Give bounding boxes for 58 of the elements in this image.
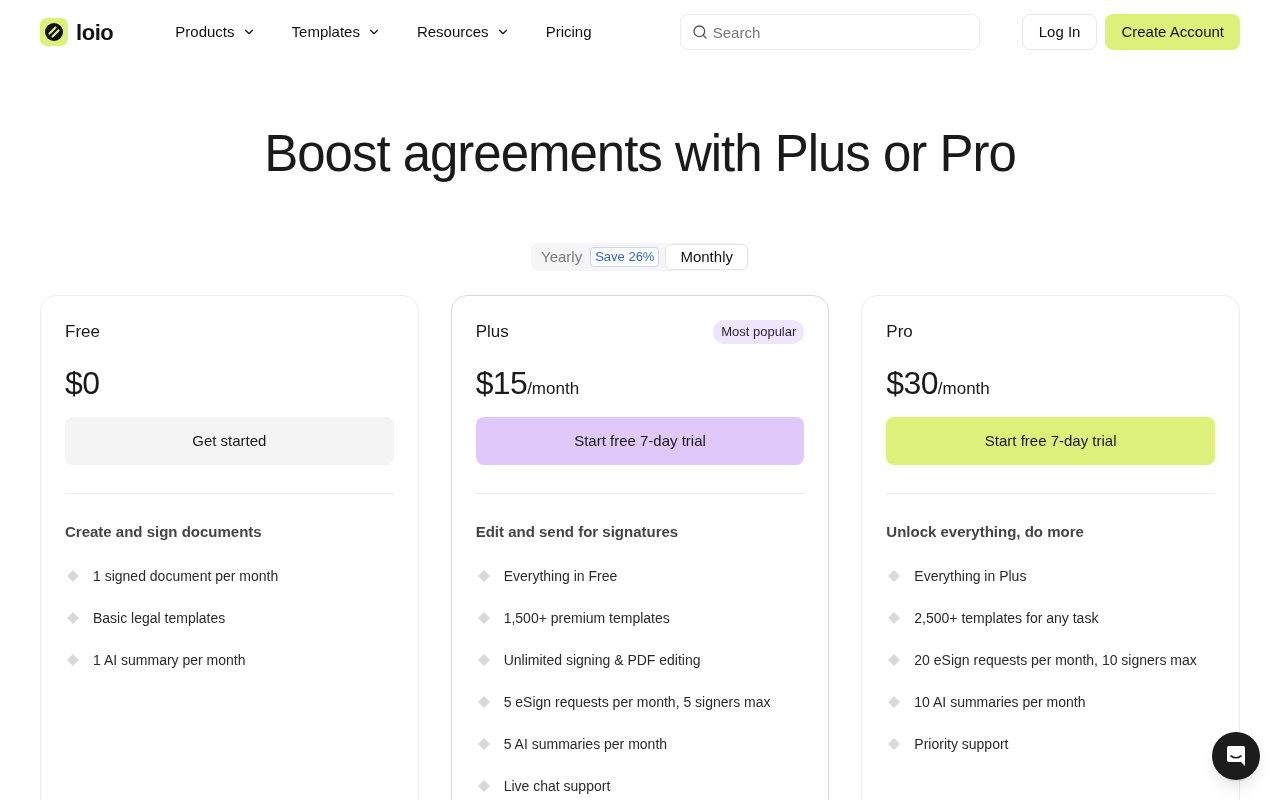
plan-name: Plus <box>475 321 509 343</box>
feature-text: Everything in Plus <box>914 567 1027 586</box>
diamond-bullet-icon <box>67 570 79 582</box>
home-link[interactable]: loio <box>40 15 114 49</box>
diamond-bullet-icon <box>888 612 901 624</box>
diamond-bullet-icon <box>477 654 490 666</box>
diamond-bullet-icon <box>477 612 490 624</box>
price-period: /month <box>527 379 580 400</box>
feature-text: Everything in Free <box>503 567 618 586</box>
plan-price: $30 <box>886 364 938 403</box>
diamond-bullet-icon <box>888 654 901 666</box>
diamond-bullet-icon <box>477 780 490 792</box>
diamond-bullet-icon <box>888 570 901 582</box>
plan-price: $15 <box>475 364 528 403</box>
feature-text: 1,500+ premium templates <box>503 609 670 628</box>
feature-text: 5 AI summaries per month <box>503 735 668 754</box>
feature-text: Unlimited signing & PDF editing <box>503 651 701 670</box>
popular-badge: Most popular <box>713 320 805 344</box>
login-button[interactable]: Log In <box>1021 14 1098 50</box>
plan-cta-button[interactable]: Start free 7-day trial <box>886 417 1215 465</box>
nav-menu-item[interactable]: Pricing <box>545 20 592 44</box>
diamond-bullet-icon <box>477 696 490 708</box>
discount-badge: Save 26% <box>590 247 660 267</box>
feature-text: 10 AI summaries per month <box>914 693 1086 712</box>
feature-text: 5 eSign requests per month, 5 signers max <box>503 693 771 712</box>
feature-text: Basic legal templates <box>93 609 226 628</box>
diamond-bullet-icon <box>477 738 490 750</box>
nav-menu-item[interactable]: Resources <box>416 20 510 44</box>
billing-period-tab[interactable]: Yearly Save 26% <box>532 244 662 270</box>
feature-text: 1 signed document per month <box>93 567 279 586</box>
plan-subtitle: Edit and send for signatures <box>475 522 680 542</box>
plan-price: $0 <box>65 364 100 403</box>
plan-cta-button[interactable]: Get started <box>65 417 394 465</box>
logo-icon <box>40 18 68 46</box>
feature-text: Priority support <box>914 735 1009 754</box>
nav-menu-item[interactable]: Templates <box>291 20 381 44</box>
plan-name: Free <box>65 321 100 343</box>
chat-bubble-icon <box>1226 745 1246 767</box>
nav-menu-item[interactable]: Products <box>175 20 256 44</box>
plan-name: Pro <box>886 321 913 343</box>
search-field[interactable]: Search <box>679 14 980 50</box>
diamond-bullet-icon <box>477 570 490 582</box>
plan-cta-button[interactable]: Start free 7-day trial <box>475 417 805 465</box>
feature-text: 1 AI summary per month <box>93 651 246 670</box>
page-heading: Boost agreements with Plus or Pro <box>263 126 1017 182</box>
feature-text: 20 eSign requests per month, 10 signers max <box>914 651 1197 670</box>
create-account-button[interactable]: Create Account <box>1105 14 1240 50</box>
plan-subtitle: Unlock everything, do more <box>886 522 1085 542</box>
diamond-bullet-icon <box>67 612 79 624</box>
feature-text: 2,500+ templates for any task <box>914 609 1099 628</box>
price-period: /month <box>937 379 990 400</box>
chat-button[interactable] <box>1212 732 1260 780</box>
diamond-bullet-icon <box>888 738 901 750</box>
plan-subtitle: Create and sign documents <box>65 522 263 542</box>
feature-text: Live chat support <box>503 777 611 796</box>
diamond-bullet-icon <box>67 654 79 666</box>
diamond-bullet-icon <box>888 696 901 708</box>
billing-period-tab[interactable]: Monthly <box>665 244 748 270</box>
